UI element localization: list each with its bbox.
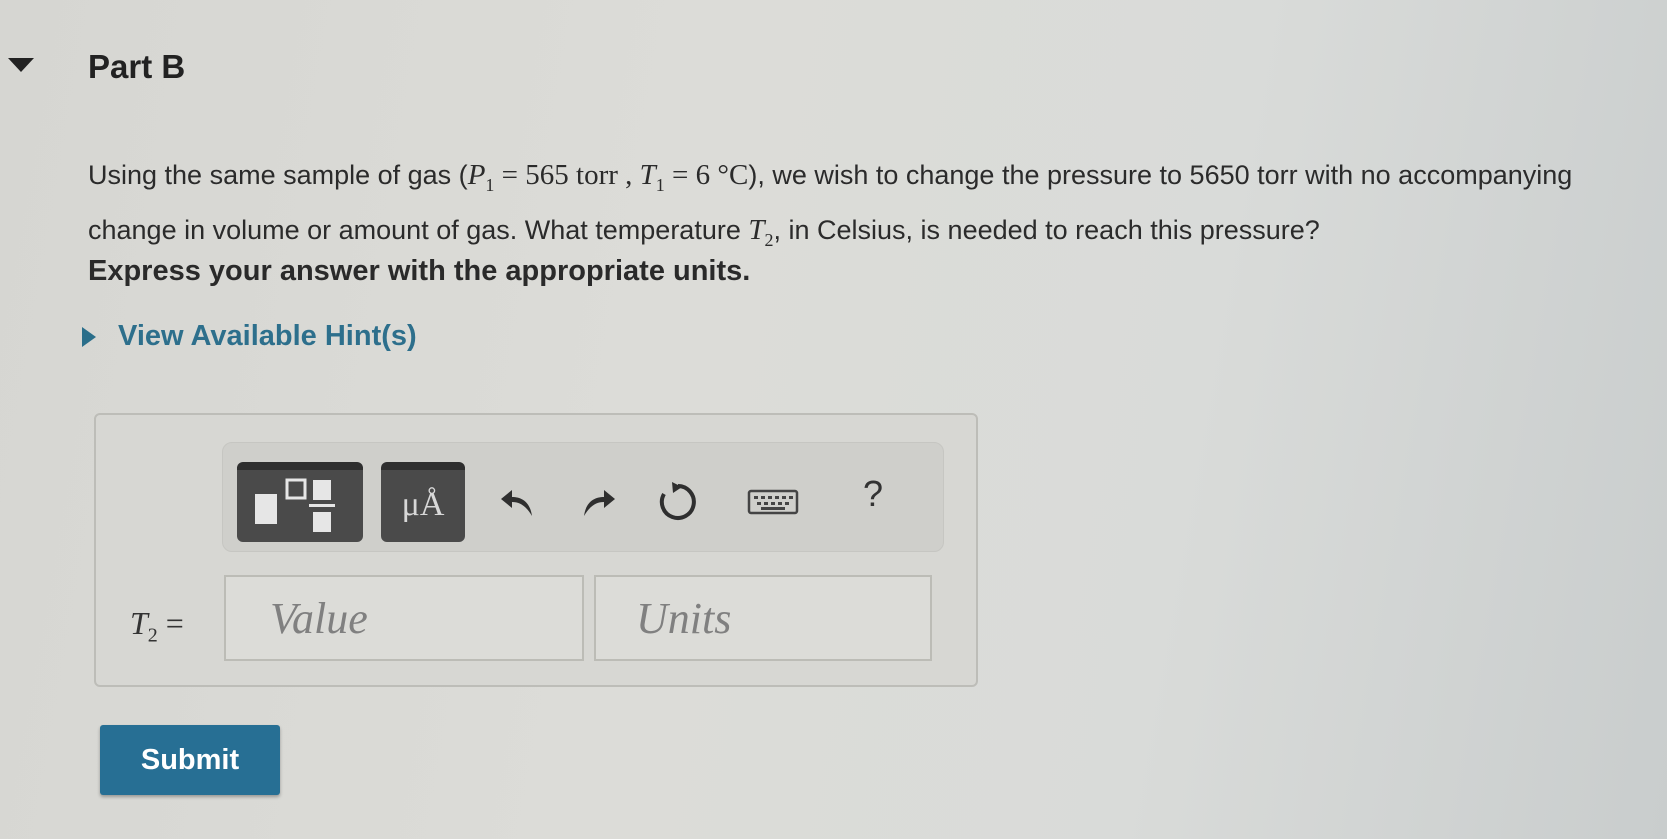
math-toolbar: μÅ ? <box>222 442 944 552</box>
instruction-text: Express your answer with the appropriate… <box>88 255 751 287</box>
view-hints-toggle[interactable]: View Available Hint(s) <box>82 320 417 353</box>
keyboard-icon <box>747 489 799 515</box>
t1-value: = 6 °C <box>664 159 749 191</box>
p1-value: = 565 torr , <box>494 159 640 191</box>
t1-symbol: T1 <box>639 159 665 195</box>
view-hints-label[interactable]: View Available Hint(s) <box>118 320 417 353</box>
keyboard-button[interactable] <box>743 477 803 527</box>
fraction-templates-icon <box>255 478 335 532</box>
reset-icon <box>659 482 696 520</box>
reset-button[interactable] <box>653 477 703 527</box>
expand-arrow-icon <box>82 326 96 347</box>
units-button[interactable]: μÅ <box>381 462 465 542</box>
templates-button[interactable] <box>237 462 363 542</box>
question-text-1: Using the same sample of gas ( <box>88 160 468 190</box>
undo-button[interactable] <box>493 477 543 527</box>
redo-button[interactable] <box>573 477 623 527</box>
t2-symbol: T2 <box>748 213 774 250</box>
units-button-label: μÅ <box>401 486 445 523</box>
redo-arrow-icon <box>584 490 615 516</box>
collapse-arrow-icon[interactable] <box>8 58 34 72</box>
p1-symbol: P1 <box>467 159 495 195</box>
question-text: Using the same sample of gas (P1 = 565 t… <box>88 153 1648 263</box>
submit-button[interactable]: Submit <box>100 725 280 795</box>
units-input[interactable] <box>594 575 932 661</box>
answer-panel: μÅ ? T2 = Value Units <box>94 413 978 687</box>
part-title: Part B <box>88 48 186 85</box>
variable-label: T2 = <box>130 605 184 647</box>
value-input[interactable] <box>224 575 584 661</box>
help-button[interactable]: ? <box>863 473 883 515</box>
undo-arrow-icon <box>501 490 532 516</box>
question-text-3: , in Celsius, is needed to reach this pr… <box>773 214 1320 245</box>
